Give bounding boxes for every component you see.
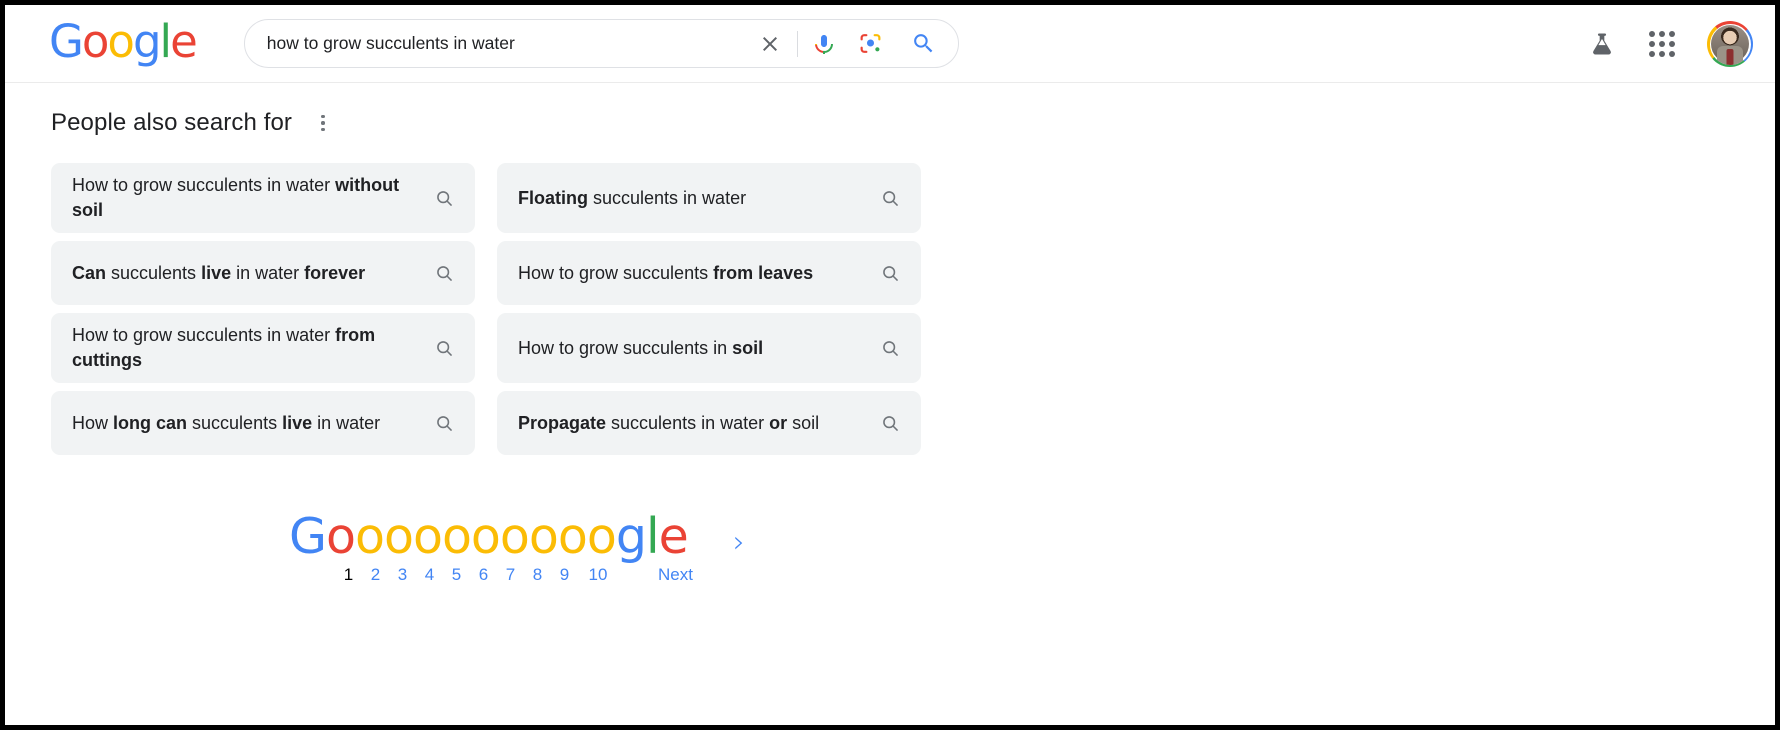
suggestion-label: Floating succulents in water [518,187,747,208]
search-submit-icon[interactable] [896,21,952,67]
people-also-search-header: People also search for [51,109,1775,137]
results-content: People also search for How to grow succu… [5,109,1775,585]
page-link-1[interactable]: 1 [335,565,362,585]
search-icon [873,188,907,209]
logo-letter: o [441,508,472,565]
suggestion-card[interactable]: How long can succulents live in water [51,391,475,455]
suggestion-label: Propagate succulents in water or soil [518,412,820,433]
search-input[interactable] [244,32,747,55]
logo-letter: o [383,508,414,565]
chevron-right-icon[interactable]: › [733,525,745,560]
logo-letter: o [412,508,443,565]
logo-letter: o [586,508,617,565]
suggestion-card[interactable]: How to grow succulents in water from cut… [51,313,475,383]
page-link-2[interactable]: 2 [362,565,389,585]
suggestion-label: How to grow succulents from leaves [518,262,814,283]
search-icon [873,413,907,434]
logo-letter: o [354,508,385,565]
search-icon [427,188,461,209]
google-apps-icon[interactable] [1645,27,1679,61]
search-divider [796,30,798,57]
more-options-icon[interactable] [312,111,334,135]
suggestion-label: How to grow succulents in water without … [72,175,400,220]
suggestions-grid: How to grow succulents in water without … [51,163,931,455]
next-page-link[interactable]: Next [658,565,693,585]
suggestion-label: Can succulents live in water forever [72,262,366,283]
search-header: Google [5,5,1775,83]
clear-icon[interactable] [747,21,793,67]
logo-letter: o [470,508,501,565]
browser-page: Google how to grow succulents in water P… [0,0,1780,730]
pagination: Goooooooooogle › 1 2 3 4 5 6 7 8 9 10 Next [5,511,1775,585]
suggestion-label: How to grow succulents in soil [518,337,764,358]
logo-letter: g [615,508,647,565]
suggestion-card[interactable]: Propagate succulents in water or soil [497,391,921,455]
search-icon [427,413,461,434]
suggestion-card[interactable]: How to grow succulents in soil [497,313,921,383]
microphone-icon[interactable] [802,21,846,67]
search-icon [873,338,907,359]
suggestion-card[interactable]: How to grow succulents in water without … [51,163,475,233]
search-icon [873,263,907,284]
search-bar[interactable] [243,19,959,68]
suggestion-card[interactable]: How to grow succulents from leaves [497,241,921,305]
page-link-3[interactable]: 3 [389,565,416,585]
logo-letter: e [658,508,689,565]
page-link-9[interactable]: 9 [551,565,578,585]
page-link-6[interactable]: 6 [470,565,497,585]
logo-letter: G [289,508,327,565]
page-link-8[interactable]: 8 [524,565,551,585]
suggestion-label: How long can succulents live in water [72,412,381,433]
logo-letter: l [645,508,660,565]
logo-letter: o [557,508,588,565]
page-number-list: 1 2 3 4 5 6 7 8 9 10 Next [335,565,693,585]
pagination-google-logo: Goooooooooogle [289,511,693,563]
google-lens-icon[interactable] [846,21,896,67]
avatar[interactable] [1707,21,1753,67]
logo-letter: o [326,508,356,565]
page-link-10[interactable]: 10 [578,565,618,585]
page-link-4[interactable]: 4 [416,565,443,585]
page-link-5[interactable]: 5 [443,565,470,585]
header-right-icons [1587,5,1753,83]
suggestion-card[interactable]: Can succulents live in water forever [51,241,475,305]
suggestion-label: How to grow succulents in water from cut… [72,325,376,370]
page-link-7[interactable]: 7 [497,565,524,585]
logo-letter: o [528,508,559,565]
search-icon [427,338,461,359]
suggestion-card[interactable]: Floating succulents in water [497,163,921,233]
logo-letter: o [499,508,530,565]
page-title: People also search for [51,109,293,136]
google-logo[interactable]: Google [49,19,198,68]
search-labs-flask-icon[interactable] [1587,28,1617,60]
search-icon [427,263,461,284]
